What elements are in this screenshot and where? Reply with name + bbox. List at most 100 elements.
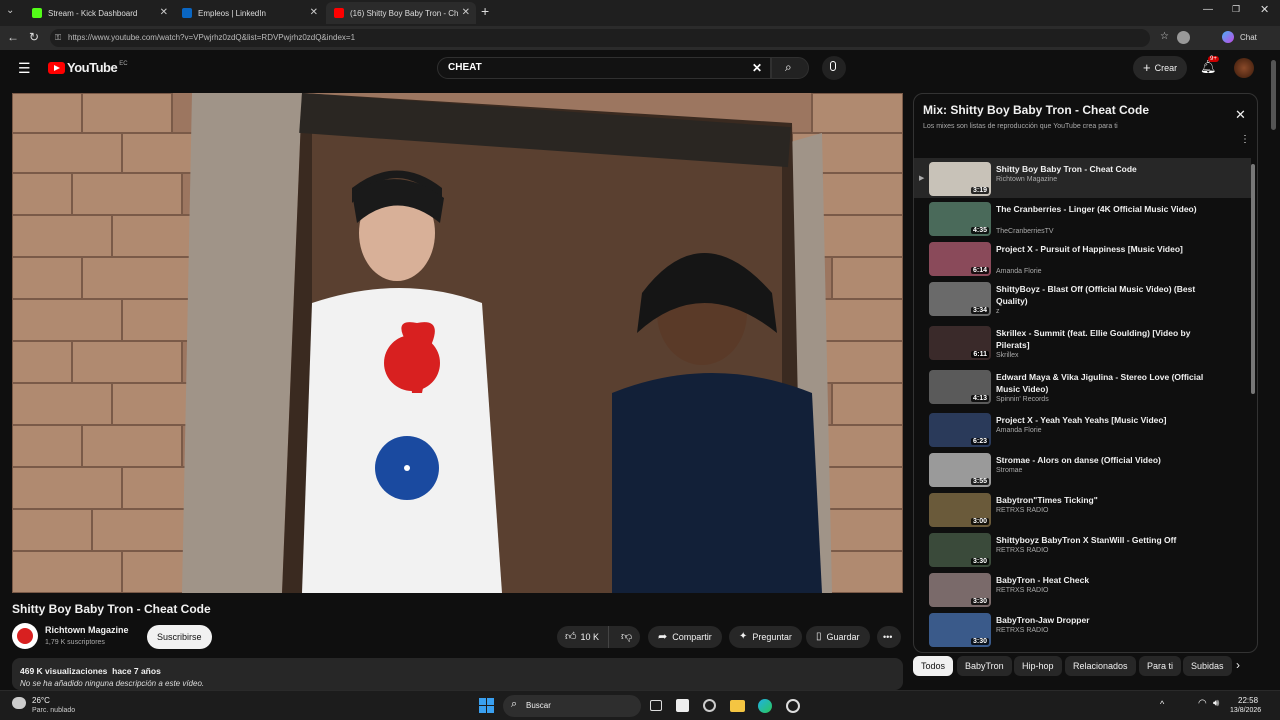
notifications-button[interactable]: 🔔︎ 9+ bbox=[1200, 56, 1219, 75]
playlist-item[interactable]: 4:35 The Cranberries - Linger (4K Officia… bbox=[914, 202, 1257, 242]
playlist-item[interactable]: 3:30 BabyTron - Heat Check RETRXS RADIO bbox=[914, 573, 1257, 613]
video-thumbnail[interactable]: 3:30 bbox=[929, 533, 991, 567]
playlist-item[interactable]: 3:30 BabyTron-Jaw Dropper RETRXS RADIO bbox=[914, 613, 1257, 652]
close-window-button[interactable]: ✕ bbox=[1260, 3, 1269, 16]
video-thumbnail[interactable]: 3:55 bbox=[929, 453, 991, 487]
chip-todos[interactable]: Todos bbox=[913, 656, 954, 676]
tab-kick[interactable]: Stream - Kick Dashboard ✕ bbox=[24, 2, 174, 24]
close-playlist-icon[interactable]: ✕ bbox=[1235, 107, 1246, 123]
file-explorer-icon[interactable] bbox=[730, 700, 745, 712]
video-player[interactable] bbox=[12, 93, 903, 593]
more-actions-button[interactable]: ••• bbox=[877, 626, 901, 648]
tab-linkedin[interactable]: Empleos | LinkedIn ✕ bbox=[174, 2, 324, 24]
playlist-item[interactable]: 6:11 Skrillex - Summit (feat. Ellie Gould… bbox=[914, 326, 1257, 366]
video-thumbnail[interactable]: 3:30 bbox=[929, 613, 991, 647]
voice-search-button[interactable] bbox=[822, 56, 846, 80]
chip-babytron[interactable]: BabyTron bbox=[957, 656, 1012, 676]
task-view-icon[interactable] bbox=[650, 700, 662, 711]
playlist-item-title[interactable]: BabyTron - Heat Check bbox=[996, 574, 1211, 586]
volume-icon[interactable]: 🔊︎ bbox=[1213, 698, 1219, 709]
video-thumbnail[interactable]: 3:19 bbox=[929, 162, 991, 196]
new-tab-button[interactable]: + bbox=[481, 3, 489, 19]
video-thumbnail[interactable]: 4:35 bbox=[929, 202, 991, 236]
video-thumbnail[interactable]: 3:30 bbox=[929, 573, 991, 607]
playlist-item-title[interactable]: Shittyboyz BabyTron X StanWill - Getting… bbox=[996, 534, 1211, 546]
playlist-item-title[interactable]: Shitty Boy Baby Tron - Cheat Code bbox=[996, 163, 1211, 175]
video-thumbnail[interactable]: 3:00 bbox=[929, 493, 991, 527]
clear-search-icon[interactable]: ✕ bbox=[752, 58, 762, 78]
playlist-item[interactable]: 3:00 Babytron"Times Ticking" RETRXS RADIO bbox=[914, 493, 1257, 533]
reload-icon[interactable]: ↻ bbox=[29, 30, 39, 44]
copilot-icon[interactable] bbox=[1222, 31, 1234, 43]
close-icon[interactable]: ✕ bbox=[462, 7, 470, 18]
playlist-item[interactable]: 3:55 Stromae - Alors on danse (Official V… bbox=[914, 453, 1257, 493]
wifi-icon[interactable]: ◠ bbox=[1198, 698, 1207, 709]
channel-avatar[interactable] bbox=[12, 623, 38, 649]
page-scrollbar[interactable] bbox=[1271, 60, 1276, 130]
video-thumbnail[interactable]: 6:23 bbox=[929, 413, 991, 447]
playlist-menu-icon[interactable]: ⋮ bbox=[1240, 135, 1250, 145]
playlist-item-title[interactable]: Edward Maya & Vika Jigulina - Stereo Lov… bbox=[996, 371, 1211, 395]
back-icon[interactable]: ← bbox=[7, 30, 19, 44]
tab-actions-icon[interactable]: ⌄ bbox=[6, 5, 14, 16]
playlist-item[interactable]: 3:19 Shitty Boy Baby Tron - Cheat Code Ric… bbox=[914, 162, 1257, 202]
playlist-item-title[interactable]: Skrillex - Summit (feat. Ellie Goulding)… bbox=[996, 327, 1211, 351]
tray-chevron-icon[interactable]: ^ bbox=[1160, 699, 1164, 709]
dislike-button[interactable]: 👎︎ bbox=[614, 626, 632, 648]
minimize-button[interactable]: — bbox=[1203, 4, 1213, 15]
video-thumbnail[interactable]: 6:14 bbox=[929, 242, 991, 276]
playlist-item-title[interactable]: BabyTron-Jaw Dropper bbox=[996, 614, 1211, 626]
start-button[interactable] bbox=[479, 698, 494, 713]
youtube-logo[interactable]: YouTube EC bbox=[48, 60, 128, 75]
app-icon[interactable] bbox=[786, 699, 800, 713]
chips-next-icon[interactable]: › bbox=[1236, 658, 1240, 672]
playlist-item-title[interactable]: Project X - Yeah Yeah Yeahs [Music Video… bbox=[996, 414, 1211, 426]
clock-time[interactable]: 22:58 bbox=[1238, 696, 1258, 705]
like-button[interactable]: 👍︎ 10 K bbox=[557, 626, 609, 648]
playlist-item[interactable]: 6:23 Project X - Yeah Yeah Yeahs [Music V… bbox=[914, 413, 1257, 453]
save-button[interactable]: ▯ Guardar bbox=[806, 626, 870, 648]
video-thumbnail[interactable]: 3:34 bbox=[929, 282, 991, 316]
url-field[interactable]: ⚿ https://www.youtube.com/watch?v=VPwjrh… bbox=[50, 29, 1150, 47]
playlist-item[interactable]: 3:34 ShittyBoyz - Blast Off (Official Mus… bbox=[914, 282, 1257, 322]
chip-para-ti[interactable]: Para ti bbox=[1139, 656, 1182, 676]
chat-label[interactable]: Chat bbox=[1240, 33, 1257, 42]
edge-icon[interactable] bbox=[758, 699, 772, 713]
temperature[interactable]: 26°C bbox=[32, 696, 50, 705]
chip-relacionados[interactable]: Relacionados bbox=[1065, 656, 1136, 676]
playlist-item-title[interactable]: The Cranberries - Linger (4K Official Mu… bbox=[996, 203, 1211, 215]
ask-button[interactable]: ✦ Preguntar bbox=[729, 626, 802, 648]
playlist-item-title[interactable]: Project X - Pursuit of Happiness [Music … bbox=[996, 243, 1211, 255]
playlist-item-title[interactable]: Babytron"Times Ticking" bbox=[996, 494, 1211, 506]
channel-name[interactable]: Richtown Magazine bbox=[45, 625, 129, 635]
playlist-item-title[interactable]: Stromae - Alors on danse (Official Video… bbox=[996, 454, 1211, 466]
playlist-item-title[interactable]: ShittyBoyz - Blast Off (Official Music V… bbox=[996, 283, 1211, 307]
subscribe-button[interactable]: Suscribirse bbox=[147, 625, 212, 649]
tab-youtube[interactable]: (16) Shitty Boy Baby Tron - Ch ✕ bbox=[326, 2, 476, 24]
playlist-scrollbar[interactable] bbox=[1251, 164, 1255, 394]
extensions-icon[interactable]: ☆ bbox=[1160, 31, 1169, 42]
chip-subidas[interactable]: Subidas bbox=[1183, 656, 1232, 676]
chip-hip-hop[interactable]: Hip-hop bbox=[1014, 656, 1062, 676]
duration-badge: 3:30 bbox=[970, 638, 989, 645]
close-icon[interactable]: ✕ bbox=[310, 7, 318, 18]
chrome-icon[interactable] bbox=[703, 699, 716, 712]
maximize-button[interactable]: ❐ bbox=[1232, 4, 1240, 15]
store-icon[interactable] bbox=[676, 699, 689, 712]
close-icon[interactable]: ✕ bbox=[160, 7, 168, 18]
create-button[interactable]: + Crear bbox=[1133, 56, 1188, 80]
playlist-item[interactable]: 4:13 Edward Maya & Vika Jigulina - Stereo… bbox=[914, 370, 1257, 410]
share-button[interactable]: ➦ Compartir bbox=[648, 626, 722, 648]
search-button[interactable]: ⌕ bbox=[771, 57, 809, 79]
video-thumbnail[interactable]: 4:13 bbox=[929, 370, 991, 404]
video-thumbnail[interactable]: 6:11 bbox=[929, 326, 991, 360]
playlist-item[interactable]: 3:30 Shittyboyz BabyTron X StanWill - Get… bbox=[914, 533, 1257, 573]
clock-date[interactable]: 13/8/2026 bbox=[1230, 707, 1261, 714]
playlist-panel: Mix: Shitty Boy Baby Tron - Cheat Code L… bbox=[913, 93, 1258, 653]
search-input[interactable]: CHEAT ✕ bbox=[437, 57, 771, 79]
taskbar-search[interactable]: ⌕ Buscar bbox=[503, 695, 641, 717]
menu-icon[interactable]: ☰ bbox=[18, 60, 31, 77]
user-avatar[interactable] bbox=[1234, 58, 1254, 78]
playlist-item[interactable]: 6:14 Project X - Pursuit of Happiness [Mu… bbox=[914, 242, 1257, 282]
profile-avatar[interactable] bbox=[1177, 31, 1190, 44]
